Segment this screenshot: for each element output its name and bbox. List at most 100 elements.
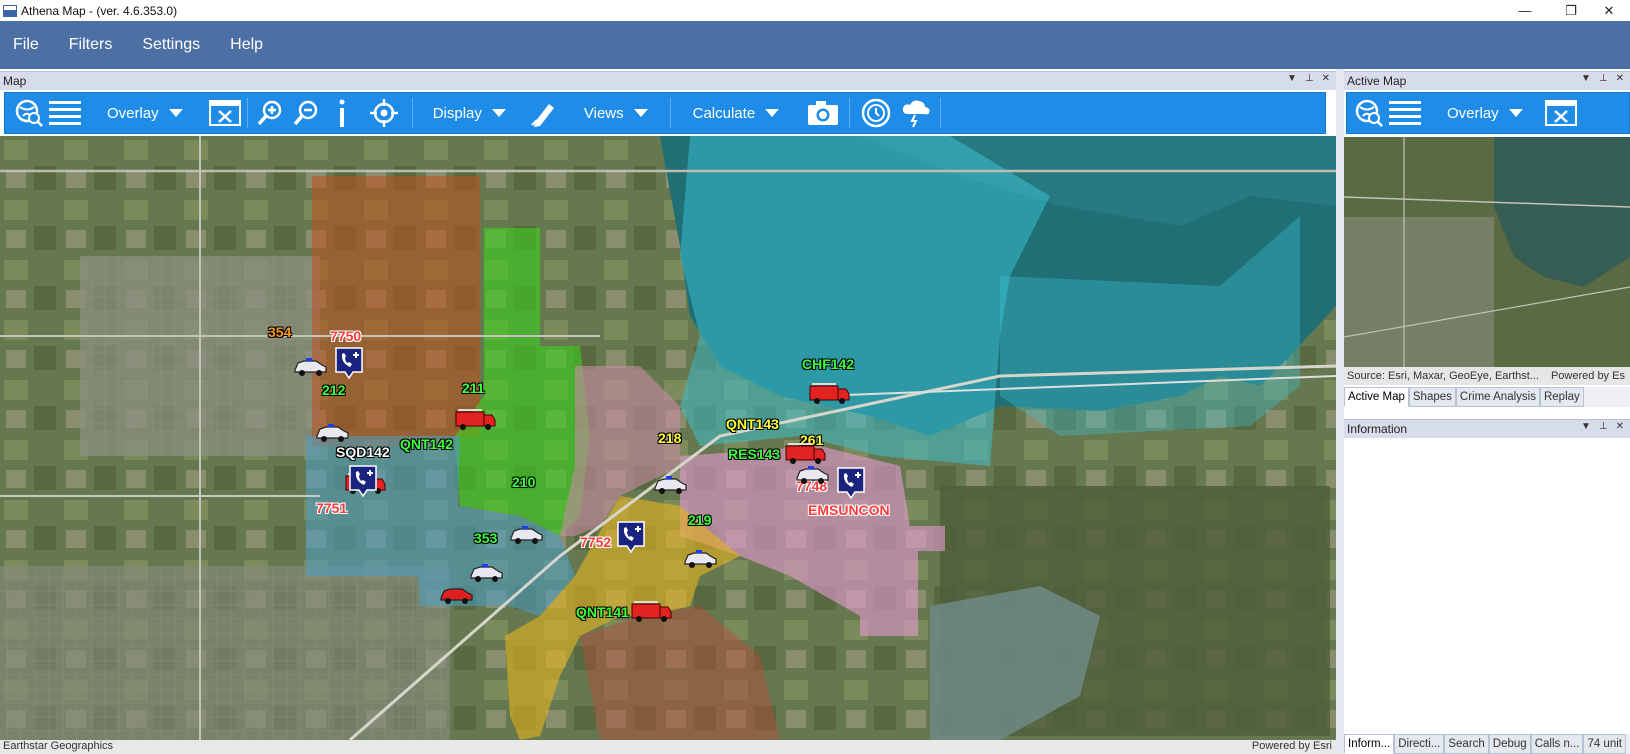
close-overlay-icon[interactable] [1543, 92, 1579, 134]
panel-close-icon[interactable]: ✕ [1322, 73, 1330, 84]
active-mini-map[interactable] [1344, 137, 1630, 367]
police-car-icon[interactable] [508, 522, 544, 546]
app-icon [3, 4, 17, 17]
map-source-text: Source: Esri, Maxar, GeoEye, Earthst... [1347, 370, 1539, 382]
toolbar-divider [669, 98, 671, 128]
panel-dropdown-icon[interactable]: ▼ [1581, 421, 1591, 432]
draw-pencil-icon[interactable] [526, 92, 562, 134]
panel-dropdown-icon[interactable]: ▼ [1581, 73, 1591, 84]
fire-truck-icon[interactable] [630, 598, 672, 624]
unit-label-354: 354 [268, 324, 292, 340]
list-menu-icon[interactable] [47, 92, 83, 134]
active-map-tabs: Active Map Shapes Crime Analysis Replay [1344, 387, 1630, 407]
map-panel-header: Map ▼ ⊥ ✕ [0, 71, 1336, 90]
active-map-toolbar: Overlay [1346, 92, 1630, 134]
toolbar-divider [246, 98, 248, 128]
menu-help[interactable]: Help [216, 21, 279, 69]
chevron-down-icon [633, 109, 648, 117]
tab-information[interactable]: Inform... [1344, 734, 1395, 754]
views-dropdown[interactable]: Views [578, 92, 654, 134]
tab-directions[interactable]: Directi... [1394, 734, 1445, 754]
list-menu-icon[interactable] [1387, 92, 1423, 134]
police-car-icon[interactable] [652, 472, 688, 496]
unit-label-qnt143: QNT143 [726, 416, 779, 432]
unit-label-qnt142: QNT142 [400, 436, 453, 452]
close-button[interactable]: ✕ [1588, 0, 1630, 21]
fire-truck-icon[interactable] [454, 406, 496, 432]
mini-map-canvas [1344, 137, 1630, 367]
chevron-down-icon [765, 109, 780, 117]
overlay-dropdown[interactable]: Overlay [1441, 92, 1529, 134]
unit-label-emsuncon: EMSUNCON [808, 502, 890, 518]
menu-bar: File Filters Settings Help [0, 21, 1630, 69]
menu-settings[interactable]: Settings [128, 21, 216, 69]
incident-call-icon[interactable] [836, 466, 866, 500]
panel-close-icon[interactable]: ✕ [1616, 73, 1624, 84]
chevron-down-icon [168, 109, 183, 117]
tab-replay[interactable]: Replay [1539, 387, 1584, 407]
fire-truck-icon[interactable] [808, 380, 850, 406]
zoom-in-icon[interactable] [252, 92, 288, 134]
pin-icon[interactable]: ⊥ [1599, 73, 1608, 84]
active-map-panel-header: Active Map ▼ ⊥ ✕ [1344, 71, 1630, 90]
overlay-dropdown[interactable]: Overlay [101, 92, 189, 134]
tab-calls[interactable]: Calls n... [1530, 734, 1584, 754]
zoom-out-icon[interactable] [288, 92, 324, 134]
pin-icon[interactable]: ⊥ [1599, 421, 1608, 432]
unit-label-211: 211 [462, 380, 485, 396]
tab-debug[interactable]: Debug [1488, 734, 1531, 754]
replay-clock-icon[interactable] [858, 92, 894, 134]
globe-search-icon[interactable] [11, 92, 47, 134]
globe-search-icon[interactable] [1351, 92, 1387, 134]
unit-label-chf142: CHF142 [802, 356, 855, 372]
tab-search[interactable]: Search [1444, 734, 1489, 754]
unit-label-210: 210 [512, 474, 536, 490]
weather-storm-icon[interactable] [898, 92, 934, 134]
red-car-icon[interactable] [438, 582, 474, 606]
locate-crosshair-icon[interactable] [366, 92, 402, 134]
incident-call-icon[interactable] [334, 346, 364, 380]
pin-icon[interactable]: ⊥ [1305, 73, 1314, 84]
incident-call-icon[interactable] [348, 464, 378, 498]
menu-file[interactable]: File [0, 21, 55, 69]
panel-dropdown-icon[interactable]: ▼ [1287, 73, 1297, 84]
police-car-icon[interactable] [682, 546, 718, 570]
tab-crime-analysis[interactable]: Crime Analysis [1455, 387, 1540, 407]
unit-label-res143: RES143 [728, 446, 781, 462]
unit-label-212: 212 [322, 382, 346, 398]
chevron-down-icon [1508, 109, 1523, 117]
toolbar-divider [940, 98, 942, 128]
police-car-icon[interactable] [314, 420, 350, 444]
tab-shapes[interactable]: Shapes [1408, 387, 1456, 407]
minimize-button[interactable]: — [1502, 0, 1548, 21]
fire-truck-icon[interactable] [784, 440, 826, 466]
map-source-bar: Source: Esri, Maxar, GeoEye, Earthst... … [1344, 367, 1630, 385]
close-overlay-icon[interactable] [207, 92, 243, 134]
unit-label-7752: 7752 [580, 534, 612, 550]
unit-label-sqd142: SQD142 [336, 444, 390, 460]
information-panel-body [1344, 439, 1630, 734]
map-panel-title: Map [3, 74, 27, 88]
info-icon[interactable] [324, 92, 360, 134]
window-title: Athena Map - (ver. 4.6.353.0) [21, 3, 178, 18]
active-map-panel-title: Active Map [1347, 74, 1407, 88]
tab-active-map[interactable]: Active Map [1344, 387, 1409, 407]
camera-icon[interactable] [805, 92, 841, 134]
tab-units[interactable]: 74 unit [1583, 734, 1626, 754]
chevron-down-icon [491, 109, 506, 117]
map-attribution-right: Powered by Esri [1251, 740, 1332, 752]
pane-splitter[interactable] [1336, 69, 1344, 754]
police-car-icon[interactable] [468, 560, 504, 584]
display-dropdown[interactable]: Display [427, 92, 512, 134]
unit-label-7751: 7751 [316, 500, 348, 516]
incident-call-icon[interactable] [616, 520, 646, 554]
main-map[interactable]: 354 7750 212 211 SQD142 QNT142 7751 210 … [0, 136, 1336, 740]
information-panel-header: Information ▼ ⊥ ✕ [1344, 419, 1630, 438]
menu-filters[interactable]: Filters [55, 21, 129, 69]
toolbar-divider [411, 98, 413, 128]
window-title-bar: Athena Map - (ver. 4.6.353.0) — ❐ ✕ [0, 0, 1630, 21]
calculate-dropdown[interactable]: Calculate [687, 92, 786, 134]
police-car-icon[interactable] [292, 354, 328, 378]
panel-close-icon[interactable]: ✕ [1616, 421, 1624, 432]
toolbar-divider [849, 98, 851, 128]
